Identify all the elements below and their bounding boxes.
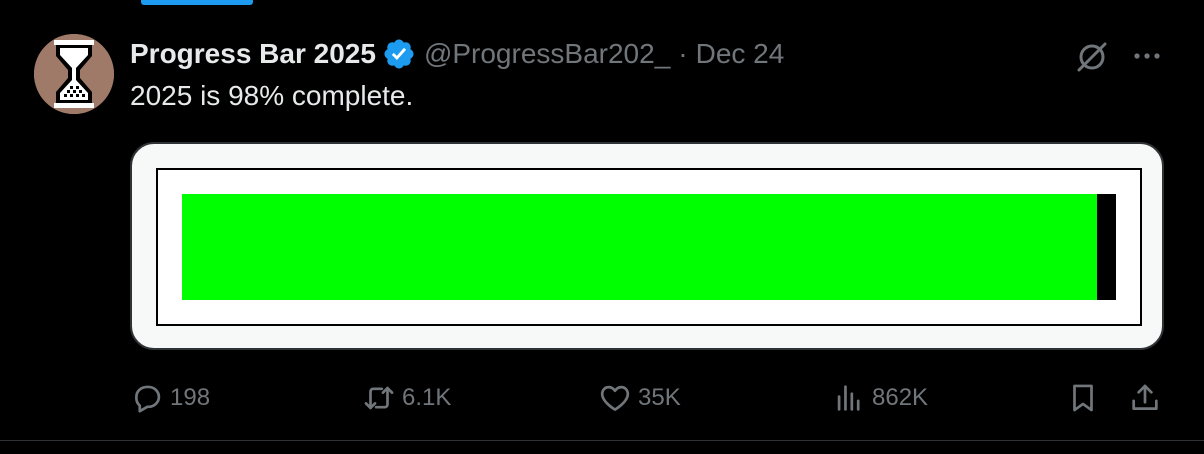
active-tab-indicator [141, 0, 253, 5]
user-handle[interactable]: @ProgressBar202_ [424, 38, 670, 70]
grok-icon[interactable] [1073, 38, 1111, 76]
display-name[interactable]: Progress Bar 2025 [130, 38, 376, 70]
more-icon[interactable] [1129, 38, 1165, 74]
separator: · [678, 38, 688, 69]
progress-bar-frame [156, 168, 1142, 326]
progress-bar-fill [182, 194, 1098, 300]
retweet-icon [364, 386, 394, 410]
share-button[interactable] [1128, 374, 1162, 422]
views-button[interactable]: 862K [832, 374, 928, 422]
reply-button[interactable]: 198 [130, 374, 210, 422]
tweet-date[interactable]: Dec 24 [696, 38, 785, 70]
media-card[interactable] [130, 142, 1164, 350]
tweet-header: Progress Bar 2025 @ProgressBar202_ · Dec… [130, 36, 784, 72]
reply-count: 198 [170, 384, 211, 411]
action-bar: 198 6.1K 35K 862K [0, 374, 1204, 422]
retweet-count: 6.1K [402, 384, 452, 411]
bookmark-icon [1073, 384, 1093, 412]
views-count: 862K [872, 384, 929, 411]
hourglass-icon [34, 34, 114, 114]
divider [0, 440, 1204, 441]
like-count: 35K [638, 384, 681, 411]
bookmark-button[interactable] [1066, 374, 1100, 422]
reply-icon [135, 385, 161, 413]
progress-bar-track [182, 194, 1116, 300]
retweet-button[interactable]: 6.1K [362, 374, 451, 422]
share-icon [1132, 384, 1158, 410]
verified-badge-icon[interactable] [382, 37, 416, 71]
views-icon [837, 385, 860, 411]
tweet-text: 2025 is 98% complete. [130, 80, 414, 111]
like-icon [600, 385, 630, 411]
like-button[interactable]: 35K [598, 374, 681, 422]
avatar[interactable] [34, 34, 114, 114]
